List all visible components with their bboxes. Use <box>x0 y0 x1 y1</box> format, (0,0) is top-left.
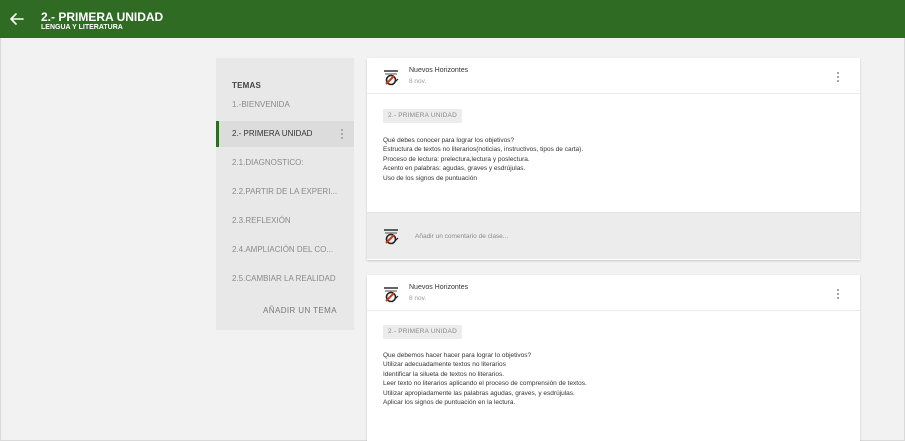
more-vert-icon[interactable] <box>836 289 840 301</box>
class-header-bar: 2.- PRIMERA UNIDAD LENGUA Y LITERATURA <box>0 0 905 38</box>
sidebar-item-bienvenida[interactable]: 1.-BIENVENIDA <box>216 92 354 118</box>
sidebar-item-label: 2.- PRIMERA UNIDAD <box>232 129 313 138</box>
author-avatar <box>384 287 399 303</box>
post-date: 8 nov. <box>409 295 427 302</box>
post-line: Utilizar apropiadamente las palabras agu… <box>383 389 575 397</box>
sidebar-item-reflexion[interactable]: 2.3.REFLEXIÓN <box>216 208 354 234</box>
sidebar-item-ampliacion[interactable]: 2.4.AMPLIACIÓN DEL CO... <box>216 237 354 263</box>
post-line: Aplicar los signos de puntuación en la l… <box>383 399 516 407</box>
sidebar-item-label: 2.5.CAMBIAR LA REALIDAD <box>232 274 336 283</box>
sidebar-item-label: 2.2.PARTIR DE LA EXPERI... <box>232 187 338 196</box>
post-author: Nuevos Horizontes <box>409 284 469 291</box>
page-subtitle: LENGUA Y LITERATURA <box>41 24 123 31</box>
sidebar-item-label: 2.3.REFLEXIÓN <box>232 216 291 225</box>
arrow-left-icon[interactable] <box>8 10 26 28</box>
post-body: Qué debes conocer para lograr los objeti… <box>383 136 583 183</box>
post-line: Identificar la silueta de textos no lite… <box>383 370 505 378</box>
add-topic-button[interactable]: AÑADIR UN TEMA <box>216 306 354 315</box>
header-titles: 2.- PRIMERA UNIDAD LENGUA Y LITERATURA <box>41 11 163 32</box>
sidebar-item-partir-experiencia[interactable]: 2.2.PARTIR DE LA EXPERI... <box>216 179 354 205</box>
stream-post: Nuevos Horizontes 8 nov. 2.- PRIMERA UNI… <box>367 58 860 260</box>
topic-chip[interactable]: 2.- PRIMERA UNIDAD <box>383 325 462 339</box>
post-line: Uso de los signos de puntuación <box>383 174 477 182</box>
class-comment-bar: Añadir un comentario de clase... <box>367 212 860 259</box>
post-line: Estructura de textos no literarios(notic… <box>383 146 584 154</box>
topic-chip[interactable]: 2.- PRIMERA UNIDAD <box>383 109 462 123</box>
class-comment-input[interactable]: Añadir un comentario de clase... <box>415 233 508 240</box>
sidebar-item-diagnostico[interactable]: 2.1.DIAGNOSTICO: <box>216 150 354 176</box>
post-line: Que debemos hacer hacer para lograr lo o… <box>383 352 532 359</box>
author-avatar <box>384 70 399 86</box>
add-topic-label: AÑADIR UN TEMA <box>263 306 337 315</box>
post-header: Nuevos Horizontes 8 nov. <box>367 58 860 94</box>
post-author: Nuevos Horizontes <box>409 67 469 74</box>
topics-sidebar: TEMAS 1.-BIENVENIDA 2.- PRIMERA UNIDAD 2… <box>216 58 354 330</box>
post-header: Nuevos Horizontes 8 nov. <box>367 275 860 311</box>
post-line: Proceso de lectura: prelectura,lectura y… <box>383 155 530 163</box>
page-title: 2.- PRIMERA UNIDAD <box>41 10 164 24</box>
post-line: Qué debes conocer para lograr los objeti… <box>383 137 515 144</box>
post-line: Leer texto no literarios aplicando el pr… <box>383 380 587 388</box>
post-line: Utilizar adecuadamente textos no literar… <box>383 361 506 369</box>
more-vert-icon[interactable] <box>340 128 344 140</box>
sidebar-item-label: 1.-BIENVENIDA <box>232 100 290 109</box>
post-body: Que debemos hacer hacer para lograr lo o… <box>383 351 587 407</box>
sidebar-item-primera-unidad[interactable]: 2.- PRIMERA UNIDAD <box>216 121 354 147</box>
sidebar-item-cambiar-realidad[interactable]: 2.5.CAMBIAR LA REALIDAD <box>216 266 354 292</box>
more-vert-icon[interactable] <box>836 72 840 84</box>
sidebar-heading: TEMAS <box>232 81 261 90</box>
sidebar-item-label: 2.4.AMPLIACIÓN DEL CO... <box>232 245 334 254</box>
post-line: Acento en palabras: agudas, graves y esd… <box>383 165 526 173</box>
user-avatar <box>384 229 399 245</box>
post-date: 8 nov. <box>409 78 427 85</box>
stream-post: Nuevos Horizontes 8 nov. 2.- PRIMERA UNI… <box>367 275 860 441</box>
sidebar-item-label: 2.1.DIAGNOSTICO: <box>232 158 304 167</box>
